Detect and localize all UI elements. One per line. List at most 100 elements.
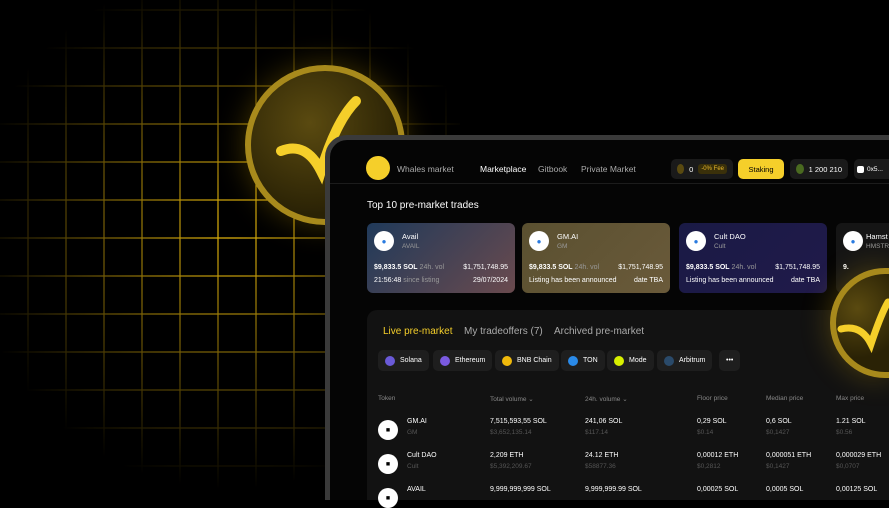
token-name: AVAIL <box>407 486 426 493</box>
volume-label: 24h. vol <box>574 264 600 271</box>
fee-badge: -0% Fee <box>698 164 727 174</box>
column-label: Floor price <box>697 395 728 402</box>
token-symbol: HMSTR <box>866 243 889 250</box>
floor-usd: $0.14 <box>697 429 714 436</box>
usd-value: $1,751,748.95 <box>463 264 508 271</box>
balance-pill[interactable]: 1 200 210 <box>790 159 848 179</box>
nav-marketplace[interactable]: Marketplace <box>480 164 526 174</box>
top-trades-title: Top 10 pre-market trades <box>367 200 479 211</box>
table-row[interactable]: ■ Cult DAO Cult 2,209 ETH $5,392,209.67 24.… <box>367 452 889 474</box>
median-value: 0,000051 ETH <box>766 452 812 459</box>
floor-value: 0,00025 SOL <box>697 486 739 493</box>
median-value: 0,6 SOL <box>766 418 792 425</box>
coin-icon <box>677 164 685 174</box>
chain-filter-ethereum[interactable]: Ethereum <box>433 350 493 371</box>
nav-gitbook[interactable]: Gitbook <box>538 164 567 174</box>
chain-filter-more[interactable]: ••• <box>719 350 741 371</box>
points-value: 0 <box>689 164 694 174</box>
token-name: Cult DAO <box>714 232 746 241</box>
column-header: Median price <box>766 395 803 402</box>
tab-my-tradeoffers[interactable]: My tradeoffers (7) <box>464 326 543 337</box>
header-divider <box>330 183 889 184</box>
day-value: 241,06 SOL <box>585 418 623 425</box>
chain-icon <box>502 355 512 366</box>
max-value: 0,00125 SOL <box>836 486 878 493</box>
median-usd: $0,1427 <box>766 463 790 470</box>
token-name: GM.AI <box>557 232 579 241</box>
token-symbol: AVAIL <box>402 243 420 250</box>
column-label: Total volume <box>490 396 527 403</box>
token-name: Hamst <box>866 232 888 241</box>
chain-label: Arbitrum <box>679 357 706 364</box>
tab-archived-pre-market[interactable]: Archived pre-market <box>554 326 644 337</box>
token-icon: ● <box>843 231 863 251</box>
token-name: Avail <box>402 232 419 241</box>
token-icon: ■ <box>378 454 398 474</box>
market-panel: Live pre-market My tradeoffers (7) Archi… <box>367 310 889 508</box>
floor-value: 0,29 SOL <box>697 418 727 425</box>
day-usd: $117.14 <box>585 429 609 436</box>
column-label: Token <box>378 395 396 402</box>
table-row[interactable]: ■ AVAIL 9,999,999,999 SOL 9,999,999.99 SO… <box>367 486 889 508</box>
chain-filter-arbitrum[interactable]: Arbitrum <box>657 350 713 371</box>
chain-label: TON <box>583 357 598 364</box>
chain-label: BNB Chain <box>517 357 552 364</box>
trade-card[interactable]: ● Cult DAO Cult $9,833.5 SOL 24h. vol $1,… <box>679 223 827 293</box>
token-symbol: Cult <box>714 243 726 250</box>
listing-status: 21:56:48 <box>374 277 402 284</box>
wallet-icon <box>857 165 864 173</box>
total-value: 9,999,999,999 SOL <box>490 486 551 493</box>
total-usd: $5,392,209.67 <box>490 463 532 470</box>
max-usd: $0.56 <box>836 429 853 436</box>
token-icon: ● <box>374 231 394 251</box>
wallet-address: 0x5... <box>867 165 883 173</box>
points-pill[interactable]: 0 -0% Fee <box>671 159 733 179</box>
token-name: Cult DAO <box>407 452 437 459</box>
max-value: 1.21 SOL <box>836 418 866 425</box>
column-header[interactable]: Total volume ⌄ <box>490 395 534 403</box>
volume: $9,833.5 SOL <box>529 264 573 271</box>
listing-status: Listing has been announced <box>529 277 617 284</box>
table-row[interactable]: ■ GM.AI GM 7,515,593,55 SOL $3,652,135.14 2… <box>367 418 889 440</box>
column-header: Floor price <box>697 395 728 402</box>
floor-usd: $0,2812 <box>697 463 721 470</box>
balance-value: 1 200 210 <box>808 164 842 174</box>
trade-card[interactable]: ● GM.AI GM $9,833.5 SOL 24h. vol $1,751,7… <box>522 223 670 293</box>
median-value: 0,0005 SOL <box>766 486 804 493</box>
token-name: GM.AI <box>407 418 427 425</box>
chain-filter-mode[interactable]: Mode <box>607 350 654 371</box>
day-usd: $58877.36 <box>585 463 616 470</box>
column-header: Max price <box>836 395 864 402</box>
staking-button[interactable]: Staking <box>738 159 784 179</box>
wallet-pill[interactable]: 0x5... <box>854 159 889 179</box>
chain-icon <box>568 355 578 366</box>
floor-value: 0,00012 ETH <box>697 452 739 459</box>
status-label: since listing <box>403 277 440 284</box>
column-header[interactable]: 24h. volume ⌄ <box>585 395 628 403</box>
chain-filter-solana[interactable]: Solana <box>378 350 429 371</box>
brand-logo <box>366 156 390 180</box>
day-value: 24.12 ETH <box>585 452 619 459</box>
whale-coin-small <box>830 268 889 378</box>
listing-date: date TBA <box>790 277 820 284</box>
tab-live-pre-market[interactable]: Live pre-market <box>383 326 452 337</box>
total-value: 7,515,593,55 SOL <box>490 418 547 425</box>
chain-filter-bnbchain[interactable]: BNB Chain <box>495 350 559 371</box>
chain-icon <box>385 355 395 366</box>
volume-label: 24h. vol <box>419 264 445 271</box>
app-window: Whales market Marketplace Gitbook Privat… <box>325 135 889 508</box>
volume: $9,833.5 SOL <box>686 264 730 271</box>
max-value: 0,000029 ETH <box>836 452 882 459</box>
volume-label: 24h. vol <box>731 264 757 271</box>
chain-filter-ton[interactable]: TON <box>561 350 605 371</box>
chain-icon <box>614 355 624 366</box>
token-symbol: GM <box>557 243 568 250</box>
trade-card[interactable]: ● Avail AVAIL $9,833.5 SOL 24h. vol $1,75… <box>367 223 515 293</box>
chain-label: Solana <box>400 357 422 364</box>
total-value: 2,209 ETH <box>490 452 524 459</box>
max-usd: $0,0707 <box>836 463 860 470</box>
token-symbol: GM <box>407 429 418 436</box>
nav-private-market[interactable]: Private Market <box>581 164 636 174</box>
chain-label: ••• <box>726 357 734 364</box>
listing-date: 29/07/2024 <box>472 277 508 284</box>
